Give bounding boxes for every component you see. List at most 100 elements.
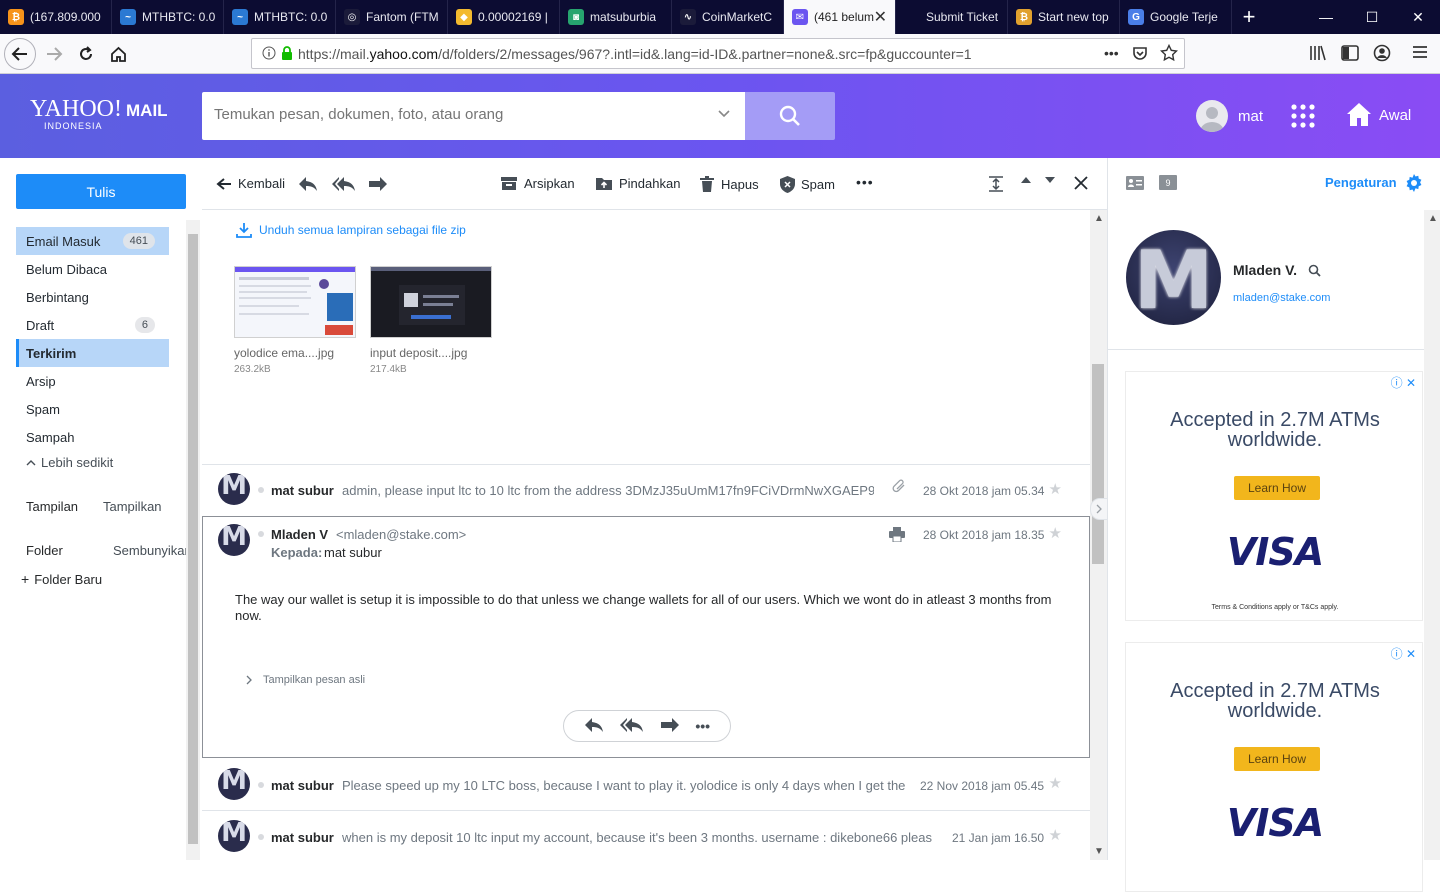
recipient-name[interactable]: mat subur	[324, 545, 382, 560]
browser-back-button[interactable]	[4, 38, 36, 70]
browser-reload-button[interactable]	[72, 40, 100, 68]
thread-message-row[interactable]: M mat subur when is my deposit 10 ltc in…	[202, 810, 1090, 860]
ad-cta-button[interactable]: Learn How	[1234, 476, 1320, 500]
star-icon[interactable]: ★	[1049, 774, 1062, 792]
new-tab-button[interactable]: +	[1232, 0, 1266, 34]
sidebar-item-drafts[interactable]: Draft 6	[16, 311, 169, 339]
contact-email[interactable]: mladen@stake.com	[1233, 292, 1330, 304]
ad-choices-icon[interactable]: ⓘ ✕	[1391, 374, 1416, 391]
browser-tab[interactable]: ₿ (167.809.000	[0, 0, 112, 34]
previous-message-button[interactable]	[1020, 176, 1038, 184]
delete-button[interactable]: Hapus	[699, 176, 759, 192]
search-box[interactable]	[202, 92, 745, 140]
compose-button[interactable]: Tulis	[16, 174, 186, 209]
close-window-icon[interactable]: ✕	[1395, 0, 1440, 34]
star-icon[interactable]: ★	[1049, 480, 1062, 498]
views-toggle[interactable]: Tampilkan	[103, 499, 162, 514]
show-less-toggle[interactable]: Lebih sedikit	[26, 455, 113, 470]
browser-tab[interactable]: ∿ CoinMarketC	[672, 0, 784, 34]
browser-tab[interactable]: ◆ 0.00002169 |	[448, 0, 560, 34]
gear-icon[interactable]	[1405, 174, 1423, 195]
reply-button[interactable]	[298, 176, 324, 192]
sidebar-item-spam[interactable]: Spam	[16, 395, 169, 423]
thread-message-row[interactable]: M mat subur admin, please input ltc to 1…	[202, 464, 1090, 514]
spam-button[interactable]: Spam	[780, 176, 835, 193]
close-tab-icon[interactable]: ✕	[874, 7, 887, 27]
browser-tab[interactable]: ◙ matsuburbia	[560, 0, 672, 34]
forward-button[interactable]	[368, 176, 394, 192]
hamburger-menu-icon[interactable]	[1412, 45, 1428, 62]
reply-icon[interactable]	[584, 717, 604, 736]
ad-banner[interactable]: ⓘ ✕ Accepted in 2.7M ATMs worldwide. Lea…	[1125, 371, 1423, 621]
browser-home-button[interactable]	[104, 40, 132, 68]
info-icon[interactable]	[262, 46, 276, 63]
sidebar-item-inbox[interactable]: Email Masuk 461	[16, 227, 169, 255]
browser-tab[interactable]: ~ MTHBTC: 0.0	[112, 0, 224, 34]
ad-choices-icon[interactable]: ⓘ ✕	[1391, 645, 1416, 662]
scrollbar-thumb[interactable]	[188, 234, 198, 844]
search-button[interactable]	[745, 92, 835, 140]
attachment-thumbnail[interactable]	[370, 266, 492, 338]
sidebar-item-trash[interactable]: Sampah	[16, 423, 169, 451]
print-icon[interactable]	[889, 527, 905, 545]
next-message-button[interactable]	[1044, 176, 1062, 184]
star-icon[interactable]: ★	[1049, 826, 1062, 844]
star-icon[interactable]: ★	[1049, 524, 1062, 542]
apps-grid-icon[interactable]	[1291, 104, 1315, 128]
show-original-toggle[interactable]: Tampilkan pesan asli	[245, 674, 365, 686]
ad-cta-button[interactable]: Learn How	[1234, 747, 1320, 771]
attachment-item[interactable]: input deposit....jpg 217.4kB	[370, 266, 492, 375]
collapse-right-panel-button[interactable]	[1090, 498, 1108, 520]
settings-label[interactable]: Pengaturan	[1325, 175, 1397, 190]
yahoo-mail-logo[interactable]: YAHOO! MAIL INDONESIA	[30, 96, 168, 131]
scroll-down-arrow-icon[interactable]: ▼	[1094, 846, 1104, 857]
sidebar-item-sent[interactable]: Terkirim	[16, 339, 169, 367]
maximize-window-icon[interactable]: ☐	[1349, 0, 1395, 34]
archive-button[interactable]: Arsipkan	[500, 176, 575, 191]
calendar-icon[interactable]: 9	[1159, 175, 1177, 190]
search-options-chevron-icon[interactable]	[717, 106, 731, 122]
expand-collapse-button[interactable]	[988, 176, 1010, 192]
download-all-link[interactable]: Unduh semua lampiran sebagai file zip	[236, 222, 466, 238]
sidebar-scrollbar[interactable]	[186, 220, 200, 860]
minimize-window-icon[interactable]: —	[1303, 0, 1349, 34]
move-button[interactable]: Pindahkan	[595, 176, 680, 191]
more-actions-button[interactable]: •••	[856, 174, 874, 190]
home-link[interactable]: Awal	[1346, 102, 1411, 128]
sidebar-item-unread[interactable]: Belum Dibaca	[16, 255, 169, 283]
reply-all-button[interactable]	[332, 176, 362, 192]
bookmark-star-icon[interactable]	[1159, 43, 1179, 65]
reply-all-icon[interactable]	[619, 717, 644, 736]
sidebar-toggle-icon[interactable]	[1341, 45, 1359, 64]
user-menu[interactable]: mat	[1196, 100, 1263, 132]
right-panel-scrollbar[interactable]: ▲	[1424, 210, 1440, 860]
search-icon[interactable]	[1308, 264, 1321, 280]
lock-icon[interactable]	[280, 45, 294, 64]
browser-tab[interactable]: ₿ Start new top	[1008, 0, 1120, 34]
search-input[interactable]	[214, 106, 694, 123]
close-message-button[interactable]	[1074, 176, 1094, 190]
new-folder-button[interactable]: + Folder Baru	[21, 571, 102, 587]
message-scrollbar[interactable]: ▲ ▼	[1090, 210, 1107, 860]
browser-forward-button[interactable]	[40, 40, 68, 68]
scroll-up-arrow-icon[interactable]: ▲	[1428, 213, 1438, 224]
browser-tab[interactable]: ~ MTHBTC: 0.0	[224, 0, 336, 34]
scrollbar-thumb[interactable]	[1092, 364, 1104, 564]
more-icon[interactable]: •••	[695, 718, 710, 734]
folders-toggle[interactable]: Sembunyikan	[113, 543, 192, 558]
library-icon[interactable]	[1309, 45, 1327, 64]
sender-email[interactable]: <mladen@stake.com>	[336, 527, 466, 542]
scroll-up-arrow-icon[interactable]: ▲	[1094, 213, 1104, 224]
sidebar-item-archive[interactable]: Arsip	[16, 367, 169, 395]
back-button[interactable]: Kembali	[216, 176, 285, 191]
attachment-thumbnail[interactable]	[234, 266, 356, 338]
thread-message-row[interactable]: M mat subur Please speed up my 10 LTC bo…	[202, 759, 1090, 809]
account-icon[interactable]	[1373, 44, 1391, 65]
browser-tab[interactable]: G Google Terje	[1120, 0, 1232, 34]
pocket-icon[interactable]	[1132, 45, 1148, 64]
page-actions-button[interactable]: •••	[1104, 45, 1119, 61]
browser-tab[interactable]: ✉ (461 belum ✕	[784, 0, 896, 34]
contacts-icon[interactable]	[1126, 176, 1144, 193]
browser-tab[interactable]: Submit Ticket - V	[896, 0, 1008, 34]
ad-banner[interactable]: ⓘ ✕ Accepted in 2.7M ATMs worldwide. Lea…	[1125, 642, 1423, 892]
